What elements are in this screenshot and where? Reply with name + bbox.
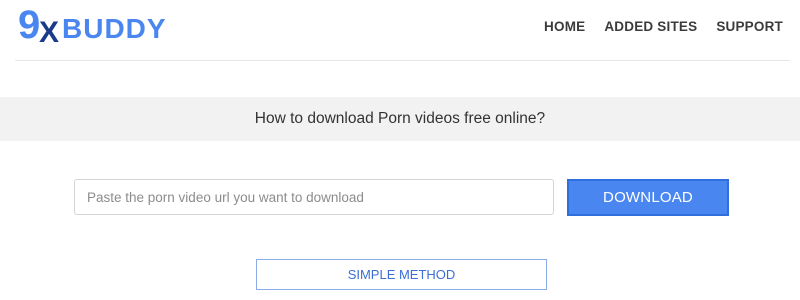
logo-x: X [39, 16, 59, 48]
logo-buddy: BUDDY [62, 13, 167, 44]
nav-home[interactable]: HOME [544, 19, 585, 34]
header-divider [15, 60, 790, 61]
nav-support[interactable]: SUPPORT [716, 19, 783, 34]
url-input[interactable] [74, 179, 554, 215]
logo-nine: 9 [18, 4, 40, 47]
page-heading: How to download Porn videos free online? [254, 110, 546, 127]
site-header: 9 X BUDDY HOME ADDED SITES SUPPORT [0, 0, 800, 60]
main-nav: HOME ADDED SITES SUPPORT [544, 19, 783, 34]
9xbuddy-logo: 9 X BUDDY [18, 4, 167, 48]
download-button[interactable]: DOWNLOAD [567, 179, 729, 216]
nav-added-sites[interactable]: ADDED SITES [604, 19, 697, 34]
site-logo[interactable]: 9 X BUDDY [18, 4, 188, 48]
heading-banner: How to download Porn videos free online? [0, 97, 800, 141]
simple-method-button[interactable]: SIMPLE METHOD [256, 259, 547, 290]
